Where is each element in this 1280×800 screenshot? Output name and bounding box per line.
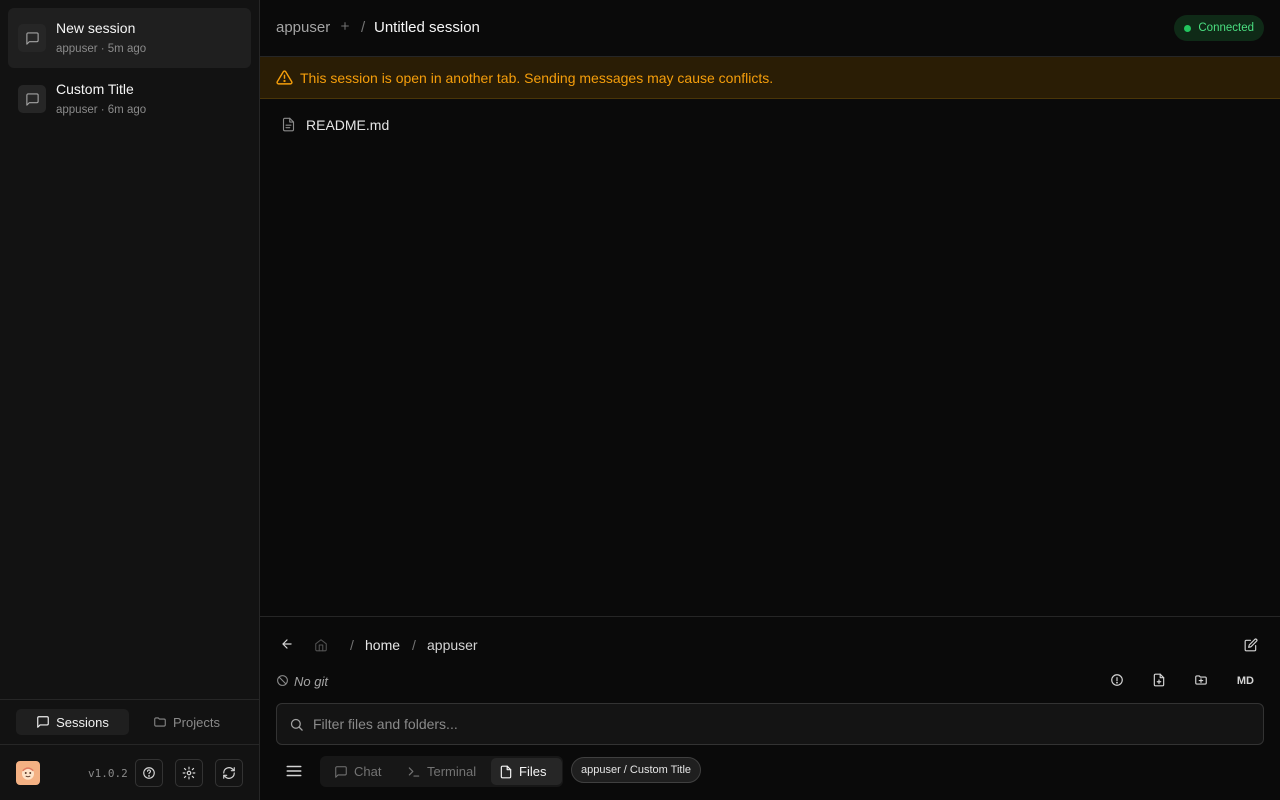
settings-button[interactable] xyxy=(175,759,203,787)
session-title: Custom Title xyxy=(56,81,134,97)
path-separator: / xyxy=(412,637,416,653)
context-chip[interactable]: appuser / Custom Title xyxy=(571,757,702,783)
circle-dot-icon xyxy=(1110,673,1124,687)
session-meta: appuser · 6m ago xyxy=(56,104,147,116)
sidebar-footer: v1.0.2 xyxy=(0,744,259,800)
plus-icon[interactable] xyxy=(340,21,350,31)
mode-chat[interactable]: Chat xyxy=(326,758,389,785)
app-version: v1.0.2 xyxy=(88,767,128,780)
help-circle-icon xyxy=(142,766,156,780)
session-title[interactable]: Untitled session xyxy=(374,19,480,36)
file-explorer-panel: / home / appuser No git MD Filter files … xyxy=(260,616,1280,800)
breadcrumb-user[interactable]: appuser xyxy=(276,19,330,36)
status-dot-icon xyxy=(1184,25,1192,32)
warning-triangle-icon xyxy=(276,69,293,86)
path-separator: / xyxy=(350,637,354,653)
help-button[interactable] xyxy=(135,759,163,787)
edit-path-button[interactable] xyxy=(1244,638,1258,652)
chat-bubble-icon xyxy=(36,715,50,729)
home-icon[interactable] xyxy=(314,638,328,652)
git-status: No git xyxy=(294,674,328,689)
file-icon xyxy=(499,765,513,779)
chat-bubble-icon xyxy=(18,24,46,52)
hamburger-menu-icon xyxy=(284,762,304,780)
mode-files[interactable]: Files xyxy=(491,758,562,785)
tab-sessions[interactable]: Sessions xyxy=(16,709,129,735)
app-root: New session appuser · 5m ago Custom Titl… xyxy=(0,0,1280,800)
mode-terminal[interactable]: Terminal xyxy=(399,758,484,785)
session-title: New session xyxy=(56,20,136,36)
session-item-custom-title[interactable]: Custom Title appuser · 6m ago xyxy=(8,69,251,129)
new-folder-button[interactable] xyxy=(1194,673,1208,687)
refresh-button[interactable] xyxy=(215,759,243,787)
new-file-button[interactable] xyxy=(1152,673,1166,687)
search-icon xyxy=(289,717,304,732)
tab-projects[interactable]: Projects xyxy=(140,709,233,735)
chat-bubble-icon xyxy=(334,765,348,779)
file-text-icon xyxy=(281,117,296,132)
tab-projects-label: Projects xyxy=(173,714,220,730)
back-button[interactable] xyxy=(280,637,294,651)
folder-plus-icon xyxy=(1194,673,1208,687)
no-git-icon xyxy=(276,674,289,687)
file-plus-icon xyxy=(1152,673,1166,687)
mode-switcher: Chat Terminal Files xyxy=(320,756,563,787)
mode-files-label: Files xyxy=(519,764,547,779)
edit-icon xyxy=(1244,638,1258,652)
chat-bubble-icon xyxy=(18,85,46,113)
sidebar: New session appuser · 5m ago Custom Titl… xyxy=(0,0,260,800)
warning-text: This session is open in another tab. Sen… xyxy=(300,70,774,86)
menu-button[interactable] xyxy=(284,762,304,780)
app-logo-icon[interactable] xyxy=(16,761,40,785)
markdown-toggle-button[interactable]: MD xyxy=(1237,675,1254,687)
session-item-new-session[interactable]: New session appuser · 5m ago xyxy=(8,8,251,68)
connection-status-badge: Connected xyxy=(1174,15,1264,41)
path-segment-home[interactable]: home xyxy=(365,637,400,653)
tab-sessions-label: Sessions xyxy=(56,714,109,730)
file-item-readme[interactable]: README.md xyxy=(270,111,1270,139)
terminal-icon xyxy=(407,765,421,779)
gear-icon xyxy=(182,766,196,780)
session-meta: appuser · 5m ago xyxy=(56,43,147,55)
mode-chat-label: Chat xyxy=(354,764,382,779)
refresh-icon xyxy=(222,766,236,780)
file-name: README.md xyxy=(306,117,390,133)
path-segment-appuser[interactable]: appuser xyxy=(427,637,478,653)
session-header: appuser / Untitled session Connected xyxy=(260,0,1280,57)
file-filter-field xyxy=(276,703,1264,745)
conflict-warning-banner: This session is open in another tab. Sen… xyxy=(260,57,1280,99)
connection-status-label: Connected xyxy=(1198,22,1254,34)
sidebar-tabs: Sessions Projects xyxy=(0,699,259,744)
file-filter-input[interactable] xyxy=(313,704,1253,744)
mode-terminal-label: Terminal xyxy=(427,764,477,779)
breadcrumb-separator: / xyxy=(361,19,366,36)
folder-icon xyxy=(153,715,167,729)
git-init-button[interactable] xyxy=(1110,673,1124,687)
